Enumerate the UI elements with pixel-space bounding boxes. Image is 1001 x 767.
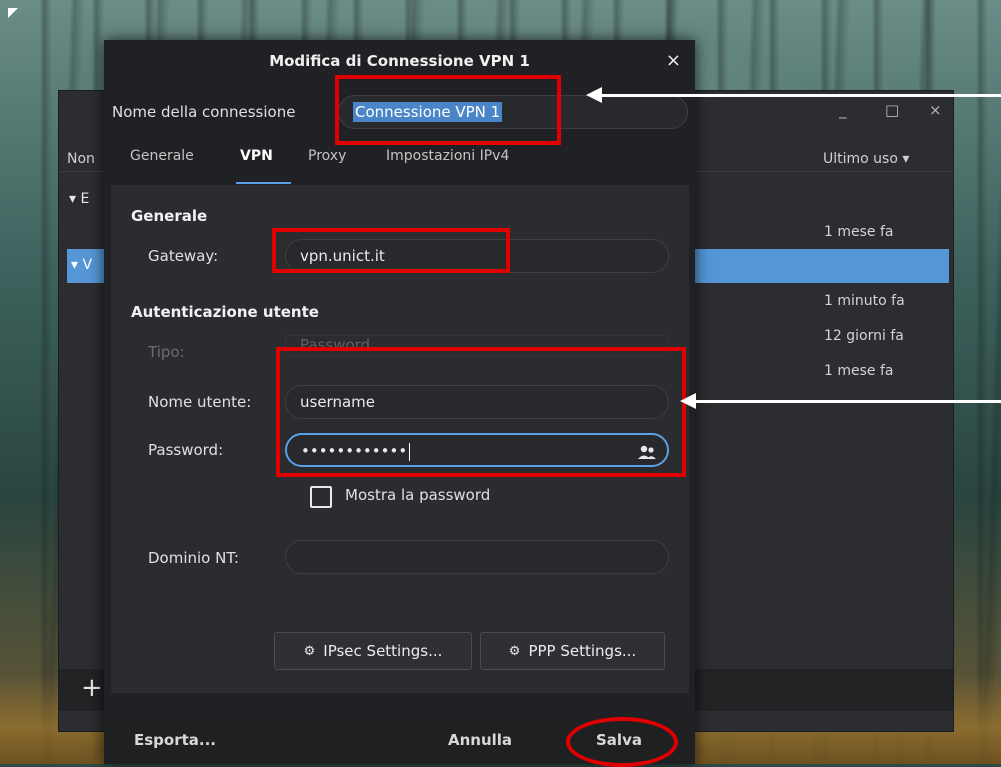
last-used-cell: 12 giorni fa (824, 328, 904, 344)
tab-ipv4-settings[interactable]: Impostazioni IPv4 (386, 148, 509, 164)
column-header-name[interactable]: Non (67, 151, 95, 167)
ppp-settings-label: PPP Settings... (528, 642, 637, 660)
cancel-button[interactable]: Annulla (448, 731, 512, 749)
last-used-cell: 1 mese fa (824, 224, 894, 240)
annotation-box-gateway (272, 228, 510, 273)
connection-name-label: Nome della connessione (112, 103, 296, 121)
gears-icon: ⚙ (303, 643, 316, 659)
close-icon[interactable]: × (666, 50, 681, 71)
tab-proxy[interactable]: Proxy (308, 148, 346, 164)
group-expander-vpn[interactable]: ▾ V (71, 257, 92, 273)
tab-general[interactable]: Generale (130, 148, 194, 164)
active-tab-indicator (236, 182, 291, 184)
add-connection-button[interactable]: + (81, 673, 103, 703)
show-password-checkbox[interactable] (310, 486, 332, 508)
show-password-label[interactable]: Mostra la password (345, 486, 490, 504)
type-label: Tipo: (148, 343, 185, 361)
annotation-box-credentials (276, 347, 686, 477)
dialog-title: Modifica di Connessione VPN 1 (269, 52, 530, 70)
ipsec-settings-button[interactable]: ⚙ IPsec Settings... (274, 632, 472, 670)
nt-domain-input[interactable] (285, 540, 669, 574)
user-auth-section-title: Autenticazione utente (131, 303, 319, 321)
general-section-title: Generale (131, 207, 208, 225)
annotation-arrow-head (586, 87, 602, 103)
annotation-arrow-head (680, 393, 696, 409)
column-header-last-used[interactable]: Ultimo uso ▾ (823, 151, 909, 167)
nt-domain-label: Dominio NT: (148, 549, 239, 567)
tab-vpn[interactable]: VPN (240, 148, 273, 164)
close-icon[interactable]: × (929, 101, 942, 119)
export-button[interactable]: Esporta... (134, 731, 216, 749)
annotation-arrow-line (694, 400, 1001, 403)
mouse-pointer-icon (8, 8, 18, 18)
password-label: Password: (148, 441, 224, 459)
ipsec-settings-label: IPsec Settings... (323, 642, 443, 660)
annotation-arrow-line (600, 94, 1001, 97)
group-expander-ethernet[interactable]: ▾ E (69, 191, 89, 207)
last-used-cell: 1 minuto fa (824, 293, 905, 309)
username-label: Nome utente: (148, 393, 252, 411)
minimize-icon[interactable]: _ (839, 101, 847, 119)
annotation-box-connection-name (335, 75, 561, 145)
maximize-icon[interactable]: □ (885, 101, 899, 119)
last-used-cell: 1 mese fa (824, 363, 894, 379)
gateway-label: Gateway: (148, 247, 219, 265)
ppp-settings-button[interactable]: ⚙ PPP Settings... (480, 632, 665, 670)
annotation-circle-save (566, 717, 678, 767)
gears-icon: ⚙ (508, 643, 521, 659)
